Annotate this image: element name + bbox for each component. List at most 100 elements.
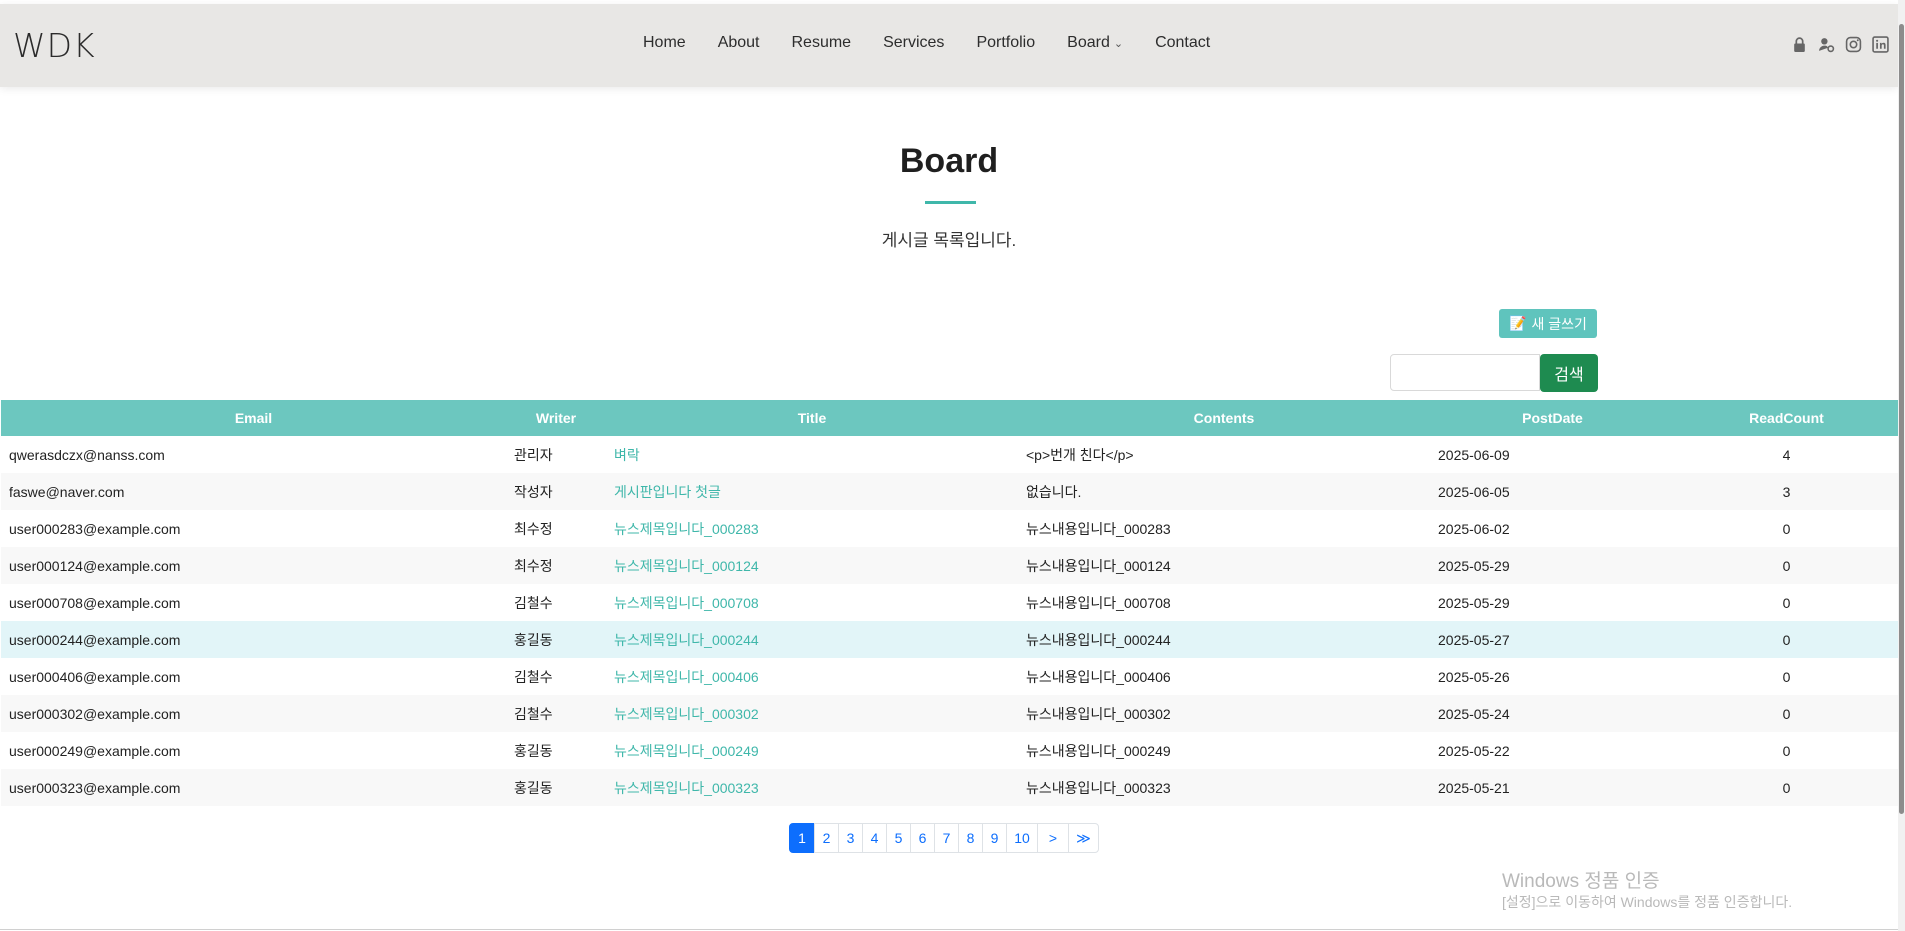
page-link-10[interactable]: 10	[1006, 823, 1038, 853]
cell-postdate: 2025-05-26	[1430, 658, 1675, 695]
page-next[interactable]: >	[1037, 823, 1069, 853]
page-link-2[interactable]: 2	[814, 823, 839, 853]
pencil-icon: 📝	[1509, 315, 1527, 331]
windows-activation-subtitle: [설정]으로 이동하여 Windows를 정품 인증합니다.	[1502, 894, 1793, 910]
page-last[interactable]: ≫	[1068, 823, 1099, 853]
cell-postdate: 2025-05-21	[1430, 769, 1675, 806]
pagination: 1 2 3 4 5 6 7 8 9 10 > ≫	[789, 823, 1099, 853]
cell-title[interactable]: 뉴스제목입니다_000323	[606, 769, 1018, 806]
cell-contents: 뉴스내용입니다_000283	[1018, 510, 1430, 547]
cell-postdate: 2025-06-09	[1430, 436, 1675, 473]
cell-title[interactable]: 벼락	[606, 436, 1018, 473]
cell-writer: 작성자	[506, 473, 606, 510]
table-row[interactable]: user000283@example.com 최수정 뉴스제목입니다_000283 뉴…	[1, 510, 1898, 547]
nav-home[interactable]: Home	[643, 34, 686, 52]
cell-writer: 김철수	[506, 584, 606, 621]
cell-writer: 최수정	[506, 547, 606, 584]
cell-readcount: 0	[1675, 695, 1898, 732]
table-header-row: Email Writer Title Contents PostDate Rea…	[1, 400, 1898, 436]
table-row[interactable]: qwerasdczx@nanss.com 관리자 벼락 <p>번개 친다</p> 202…	[1, 436, 1898, 473]
site-header: WDK Home About Resume Services Portfolio…	[0, 4, 1898, 87]
search-input[interactable]	[1390, 354, 1540, 391]
cell-email: user000302@example.com	[1, 695, 506, 732]
nav-services-label: Services	[883, 34, 945, 51]
nav-about-label: About	[717, 34, 760, 51]
cell-contents: 없습니다.	[1018, 473, 1430, 510]
nav-portfolio-label: Portfolio	[976, 34, 1036, 51]
nav-resume-label: Resume	[791, 34, 852, 51]
cell-email: user000708@example.com	[1, 584, 506, 621]
nav-services[interactable]: Services	[883, 34, 944, 52]
header-contents[interactable]: Contents	[1018, 400, 1430, 436]
cell-readcount: 0	[1675, 658, 1898, 695]
cell-postdate: 2025-05-29	[1430, 584, 1675, 621]
table-row[interactable]: user000323@example.com 홍길동 뉴스제목입니다_000323 뉴…	[1, 769, 1898, 806]
table-row[interactable]: user000302@example.com 김철수 뉴스제목입니다_000302 뉴…	[1, 695, 1898, 732]
page-link-7[interactable]: 7	[934, 823, 959, 853]
cell-title[interactable]: 뉴스제목입니다_000249	[606, 732, 1018, 769]
table-row[interactable]: user000708@example.com 김철수 뉴스제목입니다_000708 뉴…	[1, 584, 1898, 621]
cell-contents: 뉴스내용입니다_000708	[1018, 584, 1430, 621]
cell-contents: 뉴스내용입니다_000406	[1018, 658, 1430, 695]
cell-readcount: 3	[1675, 473, 1898, 510]
cell-title[interactable]: 게시판입니다 첫글	[606, 473, 1018, 510]
new-post-button[interactable]: 📝 새 글쓰기	[1499, 309, 1597, 338]
scroll-thumb[interactable]	[1899, 24, 1904, 814]
page-link-9[interactable]: 9	[982, 823, 1007, 853]
cell-email: user000283@example.com	[1, 510, 506, 547]
table-row[interactable]: faswe@naver.com 작성자 게시판입니다 첫글 없습니다. 2025-06-…	[1, 473, 1898, 510]
instagram-icon[interactable]	[1845, 36, 1862, 53]
table-row[interactable]: user000249@example.com 홍길동 뉴스제목입니다_000249 뉴…	[1, 732, 1898, 769]
page-link-1[interactable]: 1	[789, 823, 815, 853]
cell-postdate: 2025-06-05	[1430, 473, 1675, 510]
header-readcount[interactable]: ReadCount	[1675, 400, 1898, 436]
board-table: Email Writer Title Contents PostDate Rea…	[1, 400, 1898, 806]
nav-portfolio[interactable]: Portfolio	[976, 34, 1035, 52]
scrollbar[interactable]	[1898, 0, 1905, 931]
page-link-6[interactable]: 6	[910, 823, 935, 853]
cell-readcount: 0	[1675, 510, 1898, 547]
chevron-down-icon: ⌄	[1113, 37, 1124, 50]
cell-writer: 홍길동	[506, 621, 606, 658]
site-logo[interactable]: WDK	[13, 26, 96, 65]
cell-title[interactable]: 뉴스제목입니다_000302	[606, 695, 1018, 732]
page-link-5[interactable]: 5	[886, 823, 911, 853]
nav-resume[interactable]: Resume	[792, 34, 852, 52]
nav-contact[interactable]: Contact	[1155, 34, 1210, 52]
main-nav: Home About Resume Services Portfolio Boa…	[643, 34, 1242, 52]
title-underline	[925, 201, 976, 204]
table-row[interactable]: user000244@example.com 홍길동 뉴스제목입니다_000244 뉴…	[1, 621, 1898, 658]
nav-board-dropdown[interactable]: Board ⌄	[1067, 34, 1123, 52]
new-post-label: 새 글쓰기	[1531, 315, 1587, 332]
cell-title[interactable]: 뉴스제목입니다_000124	[606, 547, 1018, 584]
page-link-4[interactable]: 4	[862, 823, 887, 853]
header-title[interactable]: Title	[606, 400, 1018, 436]
header-email[interactable]: Email	[1, 400, 506, 436]
header-writer[interactable]: Writer	[506, 400, 606, 436]
cell-contents: 뉴스내용입니다_000323	[1018, 769, 1430, 806]
page-subtitle: 게시글 목록입니다.	[881, 231, 1017, 250]
cell-contents: 뉴스내용입니다_000302	[1018, 695, 1430, 732]
cell-title[interactable]: 뉴스제목입니다_000708	[606, 584, 1018, 621]
cell-postdate: 2025-05-29	[1430, 547, 1675, 584]
cell-email: faswe@naver.com	[1, 473, 506, 510]
page-link-8[interactable]: 8	[958, 823, 983, 853]
nav-contact-label: Contact	[1155, 34, 1211, 51]
search-button[interactable]: 검색	[1540, 354, 1598, 392]
table-row[interactable]: user000124@example.com 최수정 뉴스제목입니다_000124 뉴…	[1, 547, 1898, 584]
lock-icon[interactable]	[1791, 36, 1808, 53]
header-postdate[interactable]: PostDate	[1430, 400, 1675, 436]
cell-writer: 김철수	[506, 658, 606, 695]
cell-readcount: 0	[1675, 584, 1898, 621]
cell-readcount: 0	[1675, 621, 1898, 658]
table-row[interactable]: user000406@example.com 김철수 뉴스제목입니다_000406 뉴…	[1, 658, 1898, 695]
cell-title[interactable]: 뉴스제목입니다_000283	[606, 510, 1018, 547]
page-border	[0, 929, 1898, 930]
cell-title[interactable]: 뉴스제목입니다_000244	[606, 621, 1018, 658]
cell-title[interactable]: 뉴스제목입니다_000406	[606, 658, 1018, 695]
nav-about[interactable]: About	[718, 34, 760, 52]
page-link-3[interactable]: 3	[838, 823, 863, 853]
cell-readcount: 0	[1675, 732, 1898, 769]
linkedin-icon[interactable]	[1872, 36, 1889, 53]
user-settings-icon[interactable]	[1818, 36, 1835, 53]
